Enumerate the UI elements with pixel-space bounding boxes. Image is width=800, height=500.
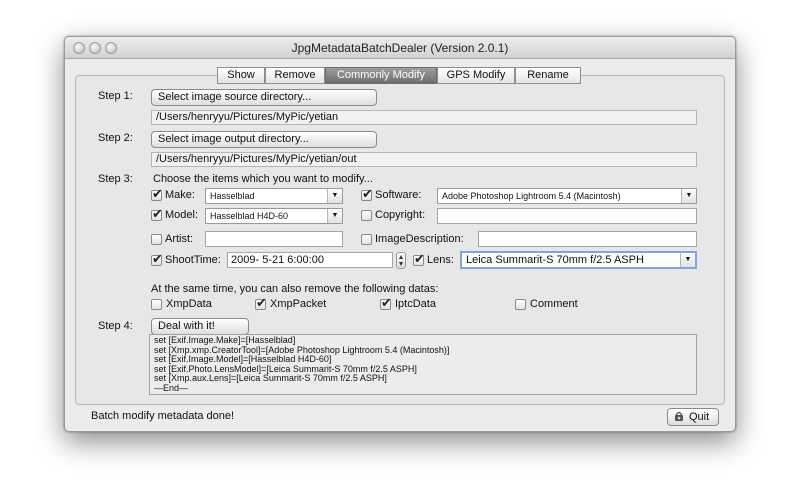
- tab-commonly-modify[interactable]: Commonly Modify: [325, 67, 437, 84]
- check-icon: ✔: [256, 295, 267, 310]
- image-description-checkbox[interactable]: [361, 234, 372, 245]
- lens-combo[interactable]: Leica Summarit-S 70mm f/2.5 ASPH ▼: [460, 251, 697, 269]
- stepper-icon[interactable]: [396, 252, 406, 269]
- chevron-down-icon[interactable]: ▼: [680, 253, 695, 267]
- model-checkbox[interactable]: ✔: [151, 206, 163, 221]
- artist-label: Artist:: [165, 233, 194, 245]
- image-description-label: ImageDescription:: [375, 233, 464, 245]
- log-output[interactable]: set [Exif.Image.Make]=[Hasselblad] set […: [149, 334, 697, 395]
- copyright-input[interactable]: [437, 208, 697, 224]
- iptcdata-checkbox[interactable]: ✔: [380, 295, 392, 310]
- xmppacket-label: XmpPacket: [270, 298, 327, 310]
- output-directory-path: /Users/henryyu/Pictures/MyPic/yetian/out: [151, 152, 697, 167]
- shoottime-checkbox[interactable]: ✔: [151, 251, 163, 266]
- make-value: Hasselblad: [210, 191, 255, 201]
- check-icon: ✔: [362, 186, 373, 201]
- select-output-directory-button[interactable]: Select image output directory...: [151, 131, 377, 148]
- log-line: —End—: [154, 382, 189, 393]
- software-value: Adobe Photoshop Lightroom 5.4 (Macintosh…: [442, 191, 621, 201]
- tab-show[interactable]: Show: [217, 67, 265, 84]
- shoottime-label: ShootTime:: [165, 254, 221, 266]
- shoottime-input[interactable]: 2009- 5-21 6:00:00: [227, 252, 393, 268]
- chevron-down-icon[interactable]: ▼: [327, 209, 342, 223]
- lens-label: Lens:: [427, 254, 454, 266]
- xmpdata-label: XmpData: [166, 298, 212, 310]
- step1-label: Step 1:: [98, 90, 133, 102]
- window-title: JpgMetadataBatchDealer (Version 2.0.1): [291, 41, 509, 55]
- comment-checkbox[interactable]: [515, 299, 526, 310]
- check-icon: ✔: [381, 295, 392, 310]
- step3-label: Step 3:: [98, 173, 133, 185]
- deal-with-it-button[interactable]: Deal with it!: [151, 318, 249, 335]
- status-text: Batch modify metadata done!: [91, 410, 235, 422]
- select-source-directory-button[interactable]: Select image source directory...: [151, 89, 377, 106]
- step4-label: Step 4:: [98, 320, 133, 332]
- chevron-down-icon[interactable]: ▼: [327, 189, 342, 203]
- image-description-input[interactable]: [478, 231, 697, 247]
- quit-icon: [674, 411, 684, 422]
- xmppacket-checkbox[interactable]: ✔: [255, 295, 267, 310]
- chevron-down-icon[interactable]: ▼: [681, 189, 696, 203]
- artist-input[interactable]: [205, 231, 343, 247]
- step2-label: Step 2:: [98, 132, 133, 144]
- model-value: Hasselblad H4D-60: [210, 211, 289, 221]
- app-window: JpgMetadataBatchDealer (Version 2.0.1) S…: [64, 36, 736, 432]
- make-label: Make:: [165, 189, 195, 201]
- tab-rename[interactable]: Rename: [515, 67, 581, 84]
- model-combo[interactable]: Hasselblad H4D-60 ▼: [205, 208, 343, 224]
- step3-instruction: Choose the items which you want to modif…: [153, 173, 373, 185]
- lens-value: Leica Summarit-S 70mm f/2.5 ASPH: [466, 254, 644, 266]
- check-icon: ✔: [414, 251, 425, 266]
- xmpdata-checkbox[interactable]: [151, 299, 162, 310]
- check-icon: ✔: [152, 206, 163, 221]
- log-line: set [Xmp.aux.Lens]=[Leica Summarit-S 70m…: [154, 373, 387, 383]
- software-combo[interactable]: Adobe Photoshop Lightroom 5.4 (Macintosh…: [437, 188, 697, 204]
- stepper-up-icon[interactable]: [399, 255, 403, 259]
- title-bar[interactable]: JpgMetadataBatchDealer (Version 2.0.1): [65, 37, 735, 59]
- quit-button[interactable]: Quit: [667, 408, 719, 426]
- comment-label: Comment: [530, 298, 578, 310]
- make-checkbox[interactable]: ✔: [151, 186, 163, 201]
- lens-checkbox[interactable]: ✔: [413, 251, 425, 266]
- tab-remove[interactable]: Remove: [265, 67, 325, 84]
- check-icon: ✔: [152, 251, 163, 266]
- tab-gps-modify[interactable]: GPS Modify: [437, 67, 515, 84]
- copyright-checkbox[interactable]: [361, 210, 372, 221]
- model-label: Model:: [165, 209, 199, 221]
- software-label: Software:: [375, 189, 422, 201]
- copyright-label: Copyright:: [375, 209, 426, 221]
- remove-instruction: At the same time, you can also remove th…: [151, 283, 439, 295]
- check-icon: ✔: [152, 186, 163, 201]
- stepper-down-icon[interactable]: [399, 262, 403, 266]
- quit-label: Quit: [689, 411, 710, 423]
- source-directory-path: /Users/henryyu/Pictures/MyPic/yetian: [151, 110, 697, 125]
- software-checkbox[interactable]: ✔: [361, 186, 373, 201]
- make-combo[interactable]: Hasselblad ▼: [205, 188, 343, 204]
- iptcdata-label: IptcData: [395, 298, 436, 310]
- artist-checkbox[interactable]: [151, 234, 162, 245]
